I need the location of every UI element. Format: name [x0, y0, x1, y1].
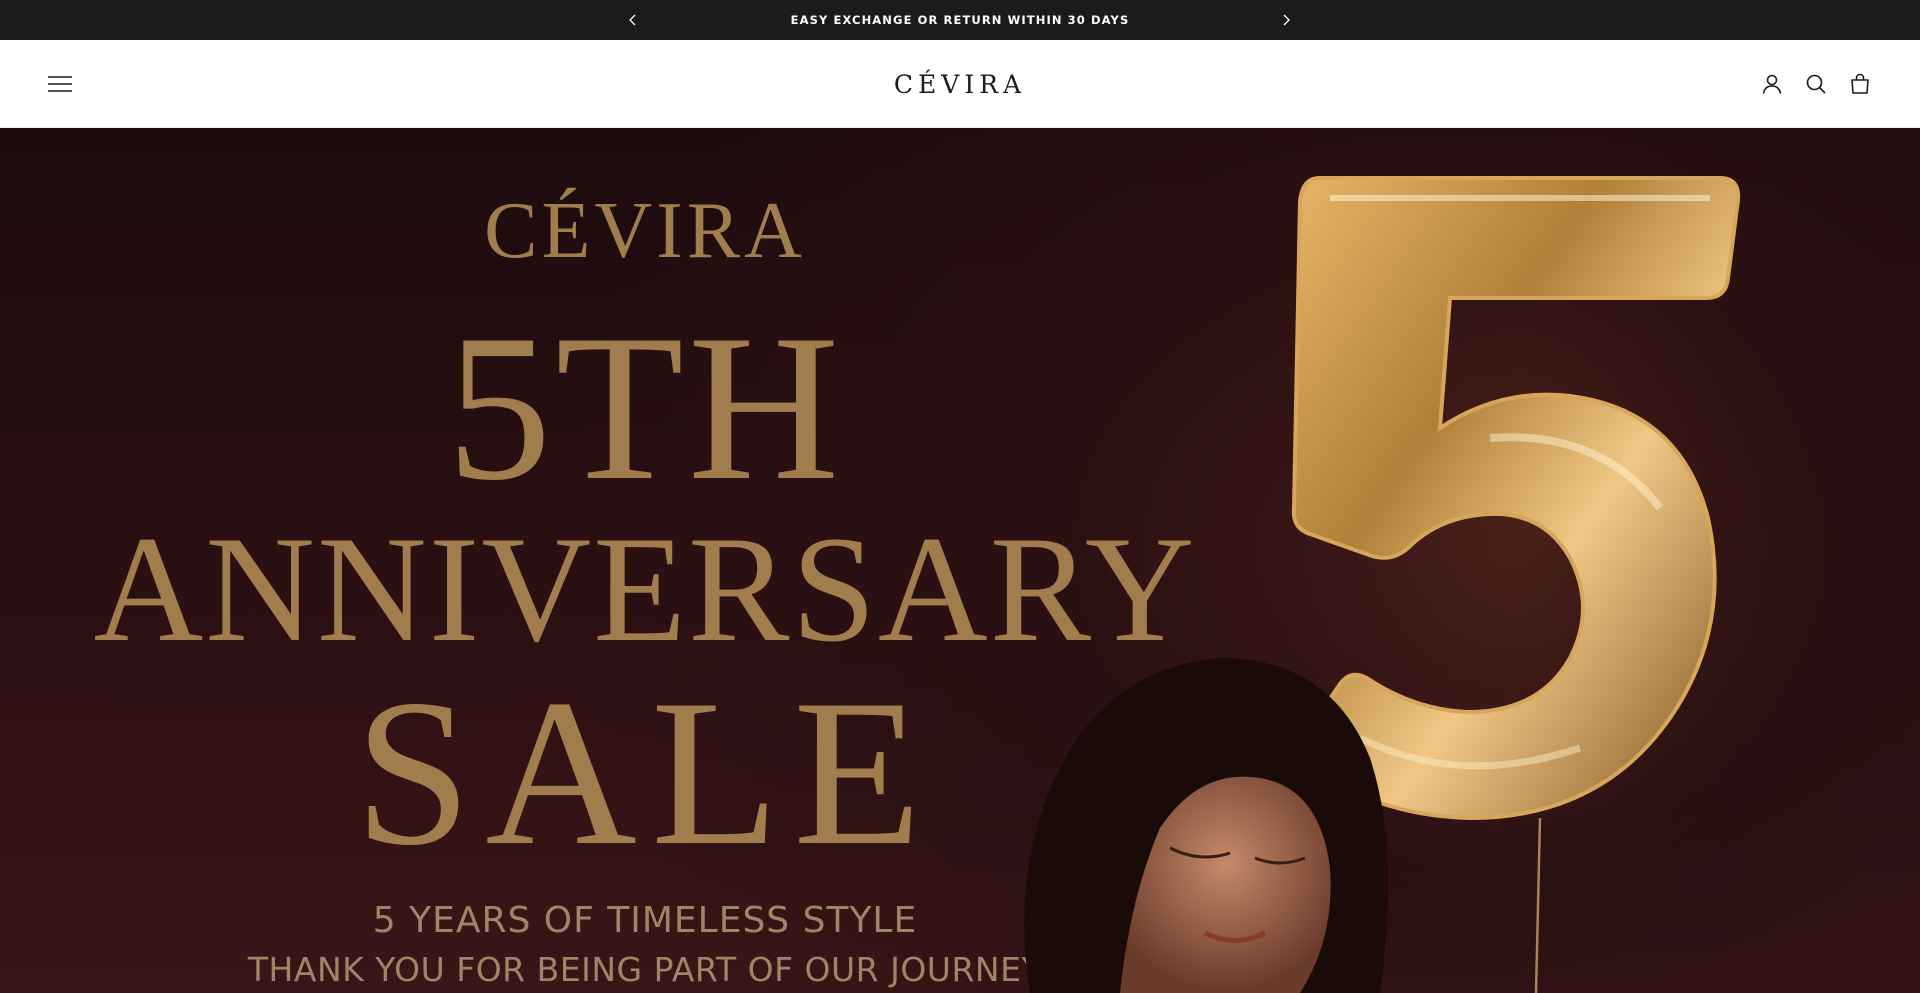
- chevron-right-icon: [1283, 14, 1290, 26]
- chevron-left-icon: [629, 14, 636, 26]
- menu-button[interactable]: [44, 68, 76, 100]
- announcement-prev-button[interactable]: [617, 0, 649, 40]
- cart-button[interactable]: [1846, 70, 1874, 98]
- hero-banner[interactable]: CÉVIRA 5TH ANNIVERSARY SALE 5 YEARS OF T…: [0, 128, 1920, 993]
- user-account-icon: [1762, 74, 1782, 94]
- account-button[interactable]: [1758, 70, 1786, 98]
- announcement-text: EASY EXCHANGE OR RETURN WITHIN 30 DAYS: [790, 13, 1130, 27]
- search-icon: [1806, 74, 1826, 94]
- site-logo[interactable]: CÉVIRA: [894, 70, 1026, 99]
- hamburger-menu-icon: [48, 76, 72, 92]
- hero-headline-5th: 5TH: [446, 292, 844, 524]
- model-photo: [1024, 658, 1388, 993]
- announcement-next-button[interactable]: [1270, 0, 1302, 40]
- site-header: CÉVIRA: [0, 40, 1920, 128]
- announcement-bar: EASY EXCHANGE OR RETURN WITHIN 30 DAYS: [0, 0, 1920, 40]
- hero-brand: CÉVIRA: [484, 187, 806, 275]
- shopping-bag-icon: [1851, 73, 1869, 94]
- logo-wrapper: CÉVIRA: [0, 40, 1920, 128]
- hero-headline-anniversary: ANNIVERSARY: [93, 505, 1197, 673]
- search-button[interactable]: [1802, 70, 1830, 98]
